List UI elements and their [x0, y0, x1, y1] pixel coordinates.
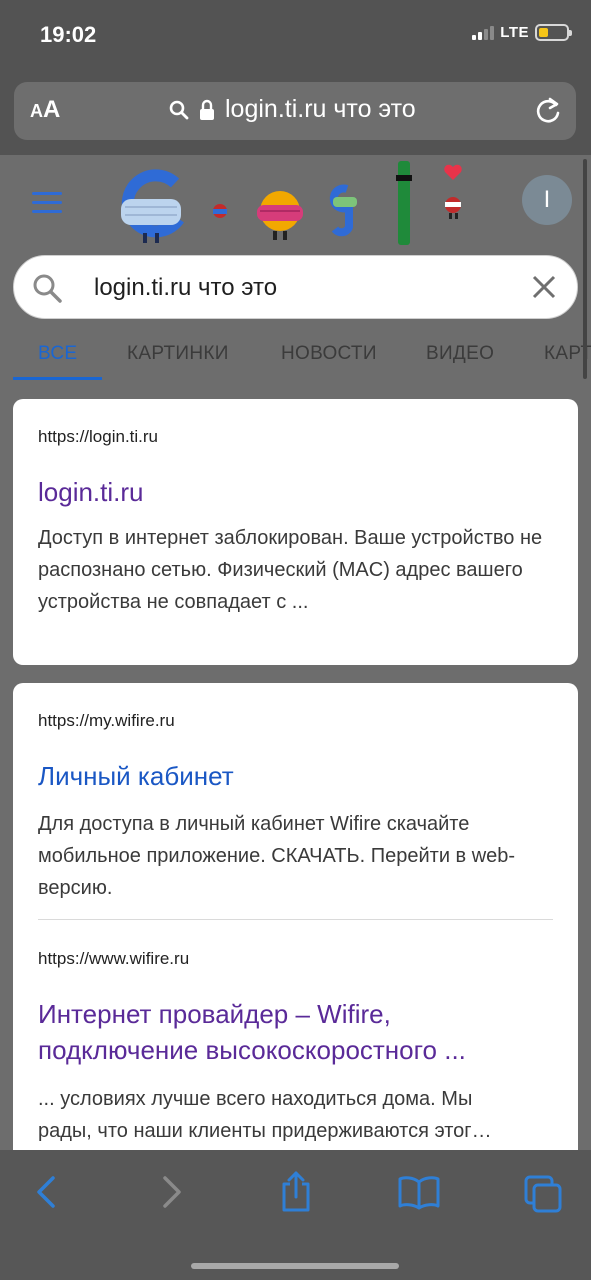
tab-news[interactable]: НОВОСТИ	[281, 343, 377, 365]
menu-icon[interactable]	[32, 192, 62, 219]
address-bar[interactable]: AA login.ti.ru что это	[14, 82, 576, 140]
active-tab-indicator	[13, 377, 102, 380]
result-title-line[interactable]: подключение высокоскоростного ...	[38, 1035, 466, 1066]
tab-video[interactable]: ВИДЕО	[426, 343, 494, 365]
status-time: 19:02	[40, 22, 97, 47]
status-indicators: LTE	[472, 24, 572, 41]
result-snippet: Для доступа в личный кабинет Wifire скач…	[38, 813, 516, 899]
text-size-button[interactable]: AA	[30, 96, 60, 124]
scrollbar[interactable]	[583, 159, 587, 379]
result-url[interactable]: https://my.wifire.ru	[38, 711, 175, 731]
google-header: I	[0, 155, 591, 255]
result-snippet-line: ... условиях лучше всего находиться дома…	[38, 1088, 473, 1110]
tabs-icon[interactable]	[523, 1174, 563, 1214]
network-label: LTE	[500, 24, 529, 41]
bookmarks-icon[interactable]	[398, 1174, 440, 1210]
result-divider	[38, 919, 553, 920]
url-display[interactable]: login.ti.ru что это	[169, 95, 416, 124]
url-text: login.ti.ru что это	[225, 95, 416, 123]
web-content: I login.ti.ru что это ВСЕ КАРТИНКИ НОВОС…	[0, 155, 591, 1150]
result-url[interactable]: https://login.ti.ru	[38, 427, 158, 447]
search-query: login.ti.ru что это	[94, 274, 278, 301]
tab-all[interactable]: ВСЕ	[38, 343, 77, 365]
result-card: https://login.ti.ru login.ti.ru Доступ в…	[13, 399, 578, 665]
result-title-line[interactable]: Интернет провайдер – Wifire,	[38, 999, 391, 1030]
search-input[interactable]: login.ti.ru что это	[13, 255, 578, 319]
browser-toolbar	[0, 1150, 591, 1280]
back-icon[interactable]	[34, 1174, 58, 1210]
forward-icon[interactable]	[160, 1174, 184, 1210]
tab-images[interactable]: КАРТИНКИ	[127, 343, 229, 365]
share-icon[interactable]	[279, 1170, 313, 1212]
lock-icon	[200, 99, 214, 120]
search-tabs: ВСЕ КАРТИНКИ НОВОСТИ ВИДЕО КАРТЫ	[0, 325, 591, 380]
search-icon	[33, 274, 62, 303]
account-avatar[interactable]: I	[522, 175, 572, 225]
signal-icon	[472, 25, 495, 40]
google-doodle[interactable]	[115, 161, 475, 251]
search-icon	[169, 100, 189, 119]
home-indicator[interactable]	[191, 1263, 399, 1269]
browser-top-chrome: 19:02 LTE AA login.ti.ru что это	[0, 0, 591, 155]
result-title[interactable]: Личный кабинет	[38, 761, 234, 792]
battery-icon	[535, 24, 572, 41]
result-title[interactable]: login.ti.ru	[38, 477, 144, 508]
result-snippet: Доступ в интернет заблокирован. Ваше уст…	[38, 527, 543, 613]
reload-icon[interactable]	[534, 96, 562, 126]
result-card: https://my.wifire.ru Личный кабинет Для …	[13, 683, 578, 1150]
result-snippet-line: рады, что наши клиенты придерживаются эт…	[38, 1120, 492, 1142]
clear-icon[interactable]	[531, 274, 557, 300]
result-url[interactable]: https://www.wifire.ru	[38, 949, 189, 969]
